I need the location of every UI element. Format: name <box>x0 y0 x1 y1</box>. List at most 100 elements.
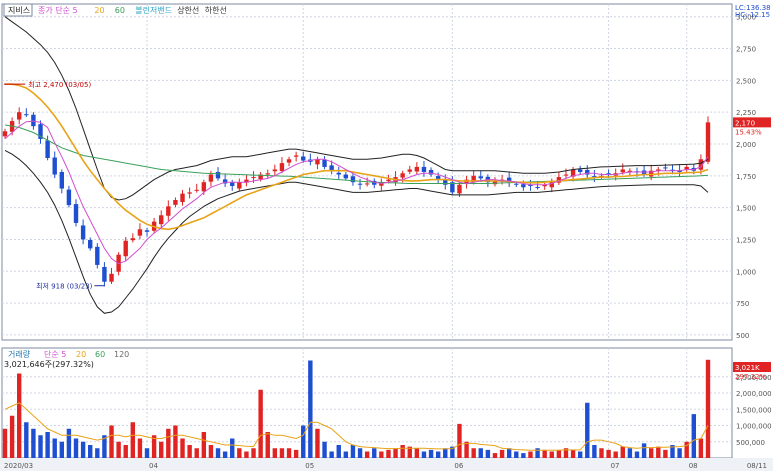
volume-bar <box>471 448 476 458</box>
volume-bar <box>336 445 341 458</box>
candle-body <box>251 177 256 179</box>
volume-bar <box>372 448 377 458</box>
price-y-tick-label: 2,750 <box>736 46 756 54</box>
volume-bar <box>514 451 519 458</box>
volume-y-tick-label: 500,000 <box>736 439 765 447</box>
candle-body <box>137 229 143 236</box>
price-legend-item: 20 <box>94 6 104 15</box>
volume-bar <box>2 428 8 458</box>
volume-bar <box>691 414 696 458</box>
volume-bar <box>24 422 29 458</box>
volume-bar <box>123 445 128 458</box>
candle-body <box>88 239 93 249</box>
candle-body <box>386 179 391 182</box>
volume-bar <box>556 449 562 458</box>
candle-body <box>215 172 221 179</box>
volume-bar <box>308 360 313 458</box>
volume-bar <box>414 448 420 458</box>
price-legend-item: 하한선 <box>205 5 227 15</box>
volume-bar <box>59 441 65 458</box>
candle-body <box>521 184 526 188</box>
candle-body <box>201 182 207 192</box>
candle-body <box>208 174 214 182</box>
candle-body <box>563 174 569 176</box>
candle-body <box>109 273 114 282</box>
x-axis-label: 08 <box>689 462 698 470</box>
volume-bar <box>109 425 114 458</box>
candle-body <box>265 173 270 175</box>
volume-bar <box>329 451 334 458</box>
volume-bar <box>279 448 285 458</box>
volume-bar <box>435 451 441 458</box>
volume-bar <box>443 448 448 458</box>
current-change-label: 15.43% <box>735 128 762 136</box>
candle-body <box>705 122 711 162</box>
price-legend-item: 종가 단순 5 <box>38 5 78 15</box>
volume-bar <box>95 448 100 458</box>
price-y-tick-label: 1,500 <box>736 205 756 213</box>
volume-bar <box>208 445 214 458</box>
volume-bar <box>343 451 349 458</box>
candle-body <box>478 176 483 179</box>
high-annotation: 최고 2,470 (03/05) <box>28 80 91 89</box>
stock-chart-window: 3,000 2,750 2,500 2,250 2,000 1,750 1,500 1,250… <box>0 0 773 471</box>
x-axis-right-label: 08/11 <box>747 462 767 470</box>
price-legend-item: 볼린저밴드 <box>135 5 172 15</box>
volume-bar <box>130 422 136 458</box>
volume-bar <box>38 435 43 458</box>
volume-bar <box>116 441 121 458</box>
volume-bar <box>648 448 654 458</box>
price-y-tick-label: 1,250 <box>736 236 756 244</box>
volume-y-tick-label: 1,000,000 <box>736 423 772 431</box>
candle-body <box>279 163 285 171</box>
volume-legend-item: 단순 5 <box>44 349 66 359</box>
candle-body <box>80 225 86 240</box>
candle-body <box>407 169 412 172</box>
volume-y-tick-label: 2,000,000 <box>736 390 772 398</box>
volume-bar <box>80 441 86 458</box>
x-axis-strip <box>0 458 773 471</box>
volume-legend-item: 60 <box>95 350 105 359</box>
volume-bar <box>88 445 93 458</box>
volume-bar <box>350 445 356 458</box>
candle-body <box>66 189 72 206</box>
volume-bar <box>585 402 590 458</box>
candle-body <box>144 230 150 232</box>
volume-bar <box>698 438 704 458</box>
volume-bar <box>201 432 207 458</box>
candle-body <box>421 166 427 172</box>
candle-body <box>301 156 306 161</box>
volume-bar <box>194 448 199 458</box>
candle-body <box>45 140 50 158</box>
candle-body <box>130 238 136 241</box>
volume-bar <box>464 441 469 458</box>
candle-body <box>2 131 8 137</box>
candle-body <box>577 169 583 172</box>
volume-panel-tag: 거래량 <box>8 349 31 359</box>
volume-bar <box>478 448 483 458</box>
candle-body <box>620 169 625 173</box>
volume-bar <box>9 415 15 458</box>
volume-bar <box>620 446 625 458</box>
volume-bar <box>17 373 22 458</box>
volume-bar <box>159 441 164 458</box>
volume-legend-item: 20 <box>76 350 86 359</box>
volume-bar <box>230 438 235 458</box>
x-axis-label: 2020/03 <box>4 462 33 470</box>
x-axis-label: 04 <box>149 462 158 470</box>
volume-bar <box>364 451 370 458</box>
volume-bar <box>599 448 604 458</box>
volume-bar <box>428 449 434 458</box>
volume-bar <box>187 445 192 458</box>
volume-bar <box>272 448 278 458</box>
x-axis-label: 06 <box>454 462 463 470</box>
price-y-tick-label: 500 <box>736 332 749 340</box>
volume-bar <box>592 445 597 458</box>
volume-bar <box>258 389 263 458</box>
volume-bar <box>286 448 292 458</box>
volume-bar <box>45 432 50 458</box>
volume-bar <box>301 425 306 458</box>
volume-bar <box>549 451 554 458</box>
volume-bar <box>656 446 661 458</box>
price-legend-item: 상한선 <box>177 5 199 15</box>
